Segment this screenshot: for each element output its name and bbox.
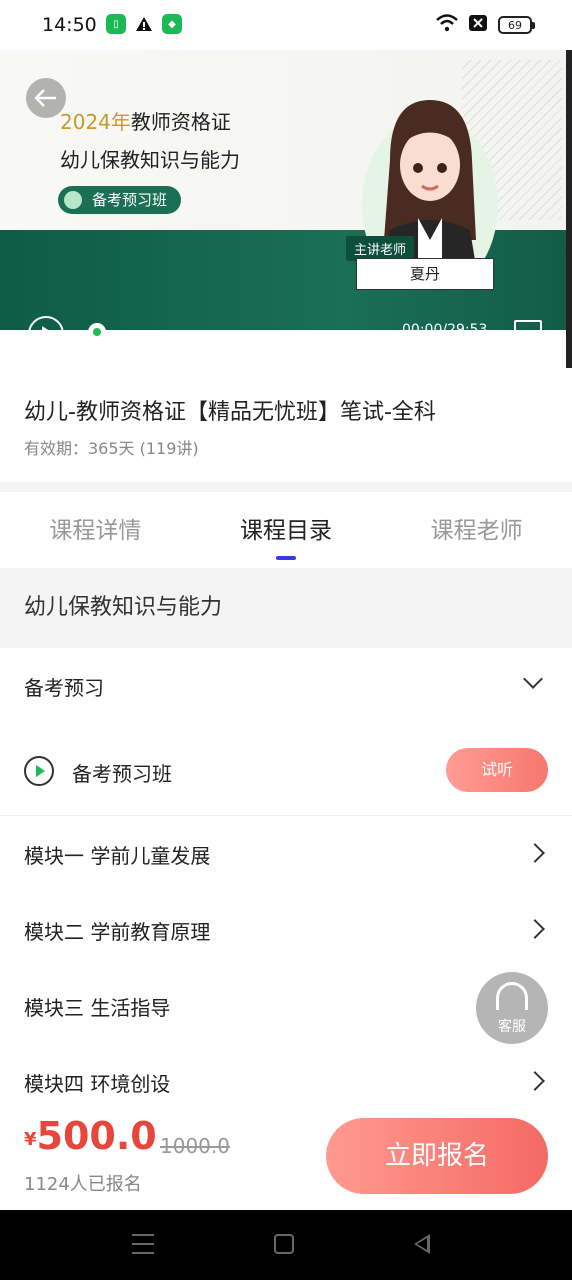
tab-course-catalog[interactable]: 课程目录 [191, 492, 382, 568]
status-right-icons: 69 [436, 14, 535, 36]
arrow-left-icon [34, 89, 56, 107]
signup-button[interactable]: 立即报名 [326, 1118, 548, 1194]
fullscreen-icon[interactable] [514, 320, 542, 342]
status-left-icons: ▯ ◆ [106, 14, 182, 34]
headset-icon [496, 982, 528, 1010]
play-circle-icon [24, 756, 54, 786]
trial-listen-button[interactable]: 试听 [446, 748, 548, 792]
module-label: 模块四 环境创设 [24, 1072, 171, 1096]
lesson-item[interactable]: 备考预习班 试听 [0, 728, 572, 816]
menu-icon[interactable] [132, 1234, 154, 1254]
chevron-right-icon [525, 1071, 545, 1091]
purchase-bar: ¥500.0 1000.0 1124人已报名 立即报名 [0, 1108, 572, 1210]
current-price: ¥500.0 [24, 1114, 157, 1158]
back-triangle-icon[interactable] [414, 1234, 430, 1254]
system-nav-bar [0, 1210, 572, 1280]
tab-course-teacher[interactable]: 课程老师 [381, 492, 572, 568]
catalog-group-label: 备考预习 [24, 676, 104, 700]
banner-title-rest: 教师资格证 [130, 110, 231, 134]
video-time: 00:00/29:53 [402, 322, 488, 338]
enrolled-count: 1124人已报名 [24, 1174, 142, 1195]
status-bar: 14:50 ▯ ◆ 69 [0, 0, 572, 50]
price-value: 500.0 [36, 1114, 157, 1158]
progress-knob[interactable] [88, 323, 106, 341]
progress-bar[interactable] [96, 330, 370, 333]
banner-subtitle: 幼儿保教知识与能力 [60, 148, 240, 172]
video-controls: 00:00/29:53 [0, 312, 572, 352]
x-icon [468, 14, 488, 36]
battery-level: 69 [508, 18, 522, 32]
tab-course-details[interactable]: 课程详情 [0, 492, 191, 568]
home-icon[interactable] [274, 1234, 294, 1254]
course-validity: 有效期：365天 (119讲) [24, 439, 199, 458]
module-label: 模块一 学前儿童发展 [24, 844, 211, 868]
module-label: 模块二 学前教育原理 [24, 920, 211, 944]
banner-pill: 备考预习班 [58, 186, 182, 214]
module-label: 模块三 生活指导 [24, 996, 171, 1020]
customer-service-label: 客服 [498, 1019, 526, 1035]
banner-edge [566, 50, 572, 368]
video-player[interactable]: 2024年教师资格证 幼儿保教知识与能力 备考预习班 主讲老师 夏丹 00:00… [0, 50, 572, 368]
section-divider [0, 482, 572, 492]
warning-icon [134, 14, 154, 34]
teacher-name: 夏丹 [356, 258, 494, 290]
sim-icon: ▯ [106, 14, 126, 34]
banner-title: 2024年教师资格证 [60, 106, 231, 135]
tab-bar: 课程详情 课程目录 课程老师 [0, 492, 572, 568]
module-item[interactable]: 模块一 学前儿童发展 [0, 818, 572, 894]
shield-icon: ◆ [162, 14, 182, 34]
lesson-label: 备考预习班 [72, 762, 172, 786]
banner-pill-label: 备考预习班 [92, 191, 168, 209]
banner-year: 2024年 [60, 110, 131, 134]
catalog-group-header[interactable]: 备考预习 [0, 650, 572, 726]
status-time: 14:50 [42, 14, 97, 36]
customer-service-button[interactable]: 客服 [476, 972, 548, 1044]
chevron-right-icon [525, 919, 545, 939]
chevron-right-icon [525, 843, 545, 863]
chat-icon [64, 191, 82, 209]
original-price: 1000.0 [160, 1134, 230, 1158]
module-item[interactable]: 模块二 学前教育原理 [0, 894, 572, 970]
play-icon[interactable] [28, 316, 64, 352]
catalog-section-title: 幼儿保教知识与能力 [0, 568, 572, 648]
wifi-icon [436, 14, 458, 36]
chevron-down-icon [523, 669, 543, 689]
battery-icon: 69 [498, 16, 535, 34]
course-title: 幼儿-教师资格证【精品无忧班】笔试-全科 [24, 400, 436, 425]
currency-symbol: ¥ [24, 1129, 37, 1150]
